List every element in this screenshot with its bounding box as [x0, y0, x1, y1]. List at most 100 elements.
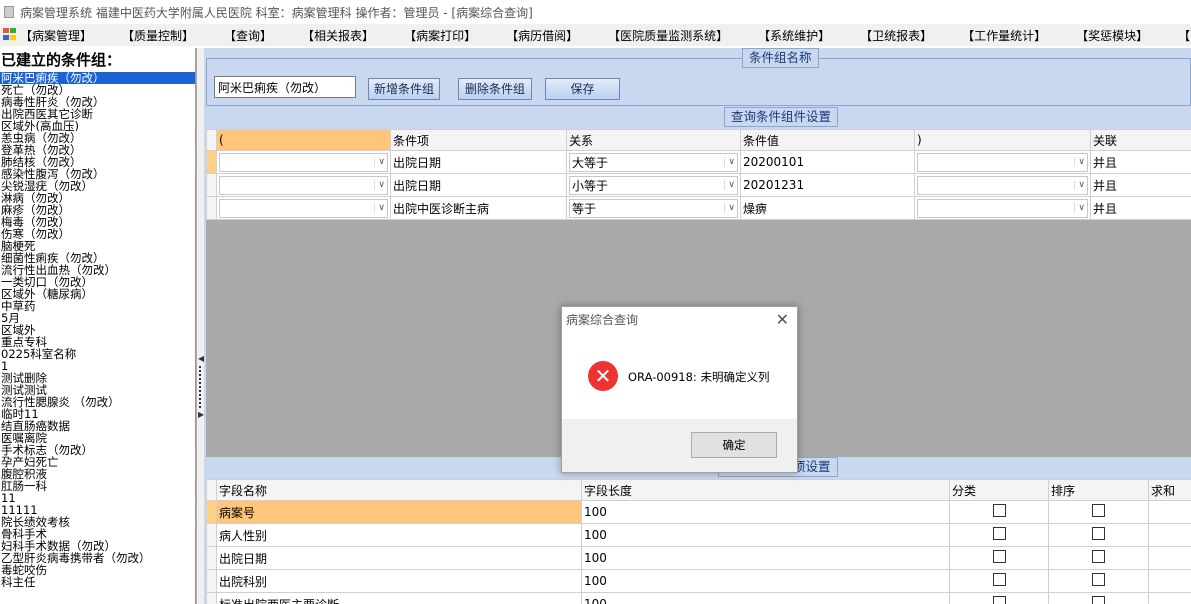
condition-group-item[interactable]: 尖锐湿疣（勿改）: [0, 180, 195, 192]
close-paren-cell[interactable]: ∨: [914, 150, 1091, 174]
panel-splitter[interactable]: ◀ ▶: [196, 48, 204, 604]
add-group-button[interactable]: 新增条件组: [368, 78, 440, 100]
sort-cell[interactable]: [1048, 546, 1149, 570]
condition-group-item[interactable]: 妇科手术数据（勿改）: [0, 540, 195, 552]
condition-group-item[interactable]: 骨科手术: [0, 528, 195, 540]
field-name-cell[interactable]: 病人性别: [216, 523, 582, 547]
condition-group-item[interactable]: 中草药: [0, 300, 195, 312]
condition-group-item[interactable]: 脑梗死: [0, 240, 195, 252]
condition-group-item[interactable]: 1: [0, 360, 195, 372]
menu-zhiliang-jiance[interactable]: 【医院质量监测系统】: [588, 27, 738, 44]
category-cell[interactable]: [949, 592, 1049, 604]
condition-group-item[interactable]: 测试测试: [0, 384, 195, 396]
condition-group-item[interactable]: 麻疹（勿改）: [0, 204, 195, 216]
menu-chaxun[interactable]: 【查询】: [204, 27, 282, 44]
condition-group-item[interactable]: 感染性腹泻（勿改）: [0, 168, 195, 180]
category-cell[interactable]: [949, 546, 1049, 570]
field-name-cell[interactable]: 出院科别: [216, 569, 582, 593]
condition-group-item[interactable]: 伤寒（勿改）: [0, 228, 195, 240]
sum-cell[interactable]: [1148, 592, 1191, 604]
condition-value-cell[interactable]: 20201231: [740, 173, 915, 197]
condition-group-item[interactable]: 细菌性痢疾（勿改）: [0, 252, 195, 264]
col-sum[interactable]: 求和: [1148, 479, 1191, 501]
sum-cell[interactable]: [1148, 523, 1191, 547]
chevron-down-icon[interactable]: ∨: [1074, 180, 1085, 190]
sum-cell[interactable]: [1148, 500, 1191, 524]
category-cell[interactable]: [949, 500, 1049, 524]
field-row[interactable]: 出院科别 100: [206, 569, 1191, 593]
condition-group-item[interactable]: 区域外（糖尿病）: [0, 288, 195, 300]
field-row[interactable]: 病人性别 100: [206, 523, 1191, 547]
category-checkbox[interactable]: [992, 573, 1006, 586]
menu-gongzuoliang[interactable]: 【工作量统计】: [942, 27, 1056, 44]
condition-group-item[interactable]: 手术标志（勿改）: [0, 444, 195, 456]
condition-group-item[interactable]: 登革热（勿改）: [0, 144, 195, 156]
row-selector-current[interactable]: [206, 150, 217, 174]
col-close-paren[interactable]: ): [914, 129, 1091, 151]
sort-checkbox[interactable]: [1092, 527, 1105, 540]
menu-jiangcheng[interactable]: 【奖惩模块】: [1056, 27, 1158, 44]
category-cell[interactable]: [949, 569, 1049, 593]
category-checkbox[interactable]: [992, 527, 1006, 540]
condition-group-item[interactable]: 病毒性肝炎（勿改）: [0, 96, 195, 108]
condition-group-item[interactable]: 恙虫病（勿改）: [0, 132, 195, 144]
chevron-down-icon[interactable]: ∨: [1074, 157, 1085, 167]
condition-item-cell[interactable]: 出院日期: [390, 150, 567, 174]
category-checkbox[interactable]: [992, 504, 1006, 517]
field-row[interactable]: 病案号 100: [206, 500, 1191, 524]
sort-checkbox[interactable]: [1092, 573, 1105, 586]
chevron-down-icon[interactable]: ∨: [724, 157, 735, 167]
condition-group-item[interactable]: 临时11: [0, 408, 195, 420]
condition-group-item[interactable]: 毒蛇咬伤: [0, 564, 195, 576]
col-relation[interactable]: 关系: [566, 129, 741, 151]
close-paren-combo[interactable]: ∨: [917, 198, 1088, 218]
condition-group-item[interactable]: 5月: [0, 312, 195, 324]
open-paren-combo[interactable]: ∨: [219, 175, 388, 195]
condition-group-item[interactable]: 结直肠癌数据: [0, 420, 195, 432]
chevron-down-icon[interactable]: ∨: [724, 203, 735, 213]
field-row[interactable]: 标准出院西医主要诊断 100: [206, 592, 1191, 604]
condition-group-item[interactable]: 流行性出血热（勿改）: [0, 264, 195, 276]
sort-cell[interactable]: [1048, 523, 1149, 547]
col-condition-value[interactable]: 条件值: [740, 129, 915, 151]
field-length-cell[interactable]: 100: [581, 546, 950, 570]
menu-bingan-dayin[interactable]: 【病案打印】: [384, 27, 486, 44]
menu-zhiliang-kongzhi[interactable]: 【质量控制】: [102, 27, 204, 44]
condition-group-item[interactable]: 梅毒（勿改）: [0, 216, 195, 228]
row-selector-current[interactable]: [206, 500, 217, 524]
condition-group-item[interactable]: 区域外(高血压): [0, 120, 195, 132]
group-name-input[interactable]: 阿米巴痢疾（勿改）: [214, 76, 356, 98]
chevron-down-icon[interactable]: ∨: [1074, 203, 1085, 213]
condition-group-item[interactable]: 孕产妇死亡: [0, 456, 195, 468]
col-sort[interactable]: 排序: [1048, 479, 1149, 501]
condition-value-cell[interactable]: 燥痹: [740, 196, 915, 220]
category-checkbox[interactable]: [992, 550, 1006, 563]
relation-combo[interactable]: 等于 ∨: [569, 198, 738, 218]
field-length-cell[interactable]: 100: [581, 500, 950, 524]
condition-group-item[interactable]: 肺结核（勿改）: [0, 156, 195, 168]
field-row[interactable]: 出院日期 100: [206, 546, 1191, 570]
row-selector[interactable]: [206, 569, 217, 593]
sort-checkbox[interactable]: [1092, 596, 1105, 604]
category-checkbox[interactable]: [992, 596, 1006, 604]
ok-button[interactable]: 确定: [691, 432, 777, 458]
splitter-grip[interactable]: [199, 366, 202, 408]
close-paren-combo[interactable]: ∨: [917, 175, 1088, 195]
field-name-cell[interactable]: 出院日期: [216, 546, 582, 570]
category-cell[interactable]: [949, 523, 1049, 547]
link-cell[interactable]: 并且: [1090, 196, 1191, 220]
col-field-name[interactable]: 字段名称: [216, 479, 582, 501]
col-open-paren[interactable]: (: [216, 129, 391, 151]
field-name-cell[interactable]: 标准出院西医主要诊断: [216, 592, 582, 604]
condition-group-item[interactable]: 淋病（勿改）: [0, 192, 195, 204]
close-icon[interactable]: ✕: [776, 310, 789, 329]
condition-group-item[interactable]: 11111: [0, 504, 195, 516]
condition-group-item[interactable]: 腹腔积液: [0, 468, 195, 480]
row-selector[interactable]: [206, 196, 217, 220]
field-length-cell[interactable]: 100: [581, 523, 950, 547]
relation-cell[interactable]: 小等于 ∨: [566, 173, 741, 197]
condition-group-item[interactable]: 0225科室名称: [0, 348, 195, 360]
open-paren-combo[interactable]: ∨: [219, 152, 388, 172]
condition-row[interactable]: ∨ 出院日期 小等于 ∨ 20201231 ∨ 并且: [206, 173, 1191, 197]
delete-group-button[interactable]: 删除条件组: [458, 78, 532, 100]
